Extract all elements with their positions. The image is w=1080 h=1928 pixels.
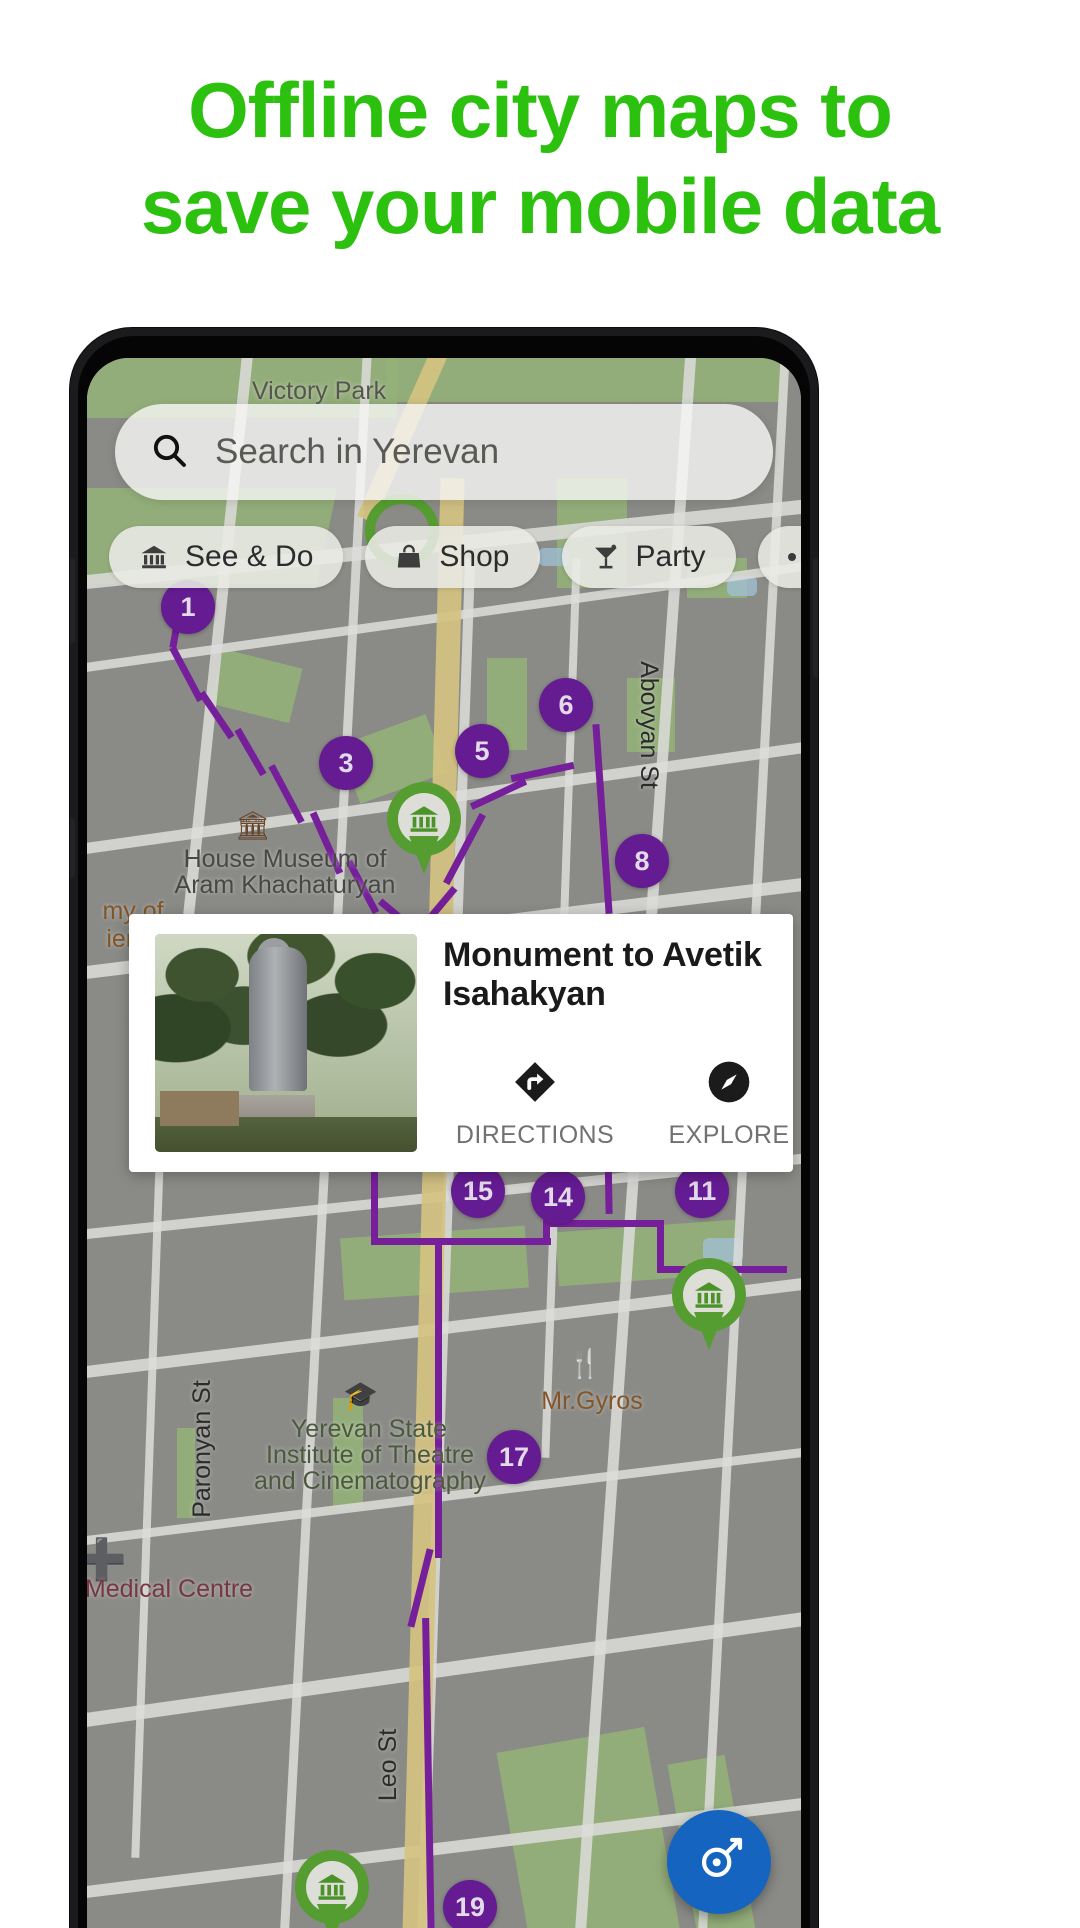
phone-button-left-upper (70, 558, 75, 644)
directions-label: DIRECTIONS (455, 1121, 615, 1149)
explore-button[interactable]: EXPLORE (659, 1059, 793, 1150)
map-poi-pin[interactable] (295, 1850, 369, 1928)
phone-button-right (813, 558, 818, 678)
museum-small-icon: 🏛 (235, 810, 271, 841)
chip-label: See & Do (185, 540, 314, 573)
shopping-bag-icon (395, 543, 423, 571)
filter-chips: See & Do Shop Party (109, 526, 801, 588)
card-body: Monument to Avetik Isahakyan DIRECTIONS (417, 914, 793, 1172)
phone-screen: 1 3 5 6 8 15 14 11 17 19 Victory Park 🏛 … (87, 358, 801, 1928)
map-label-mr-gyros: Mr.Gyros (541, 1387, 643, 1415)
page-title: Offline city maps to save your mobile da… (0, 62, 1080, 254)
pin-tail (317, 1904, 347, 1928)
phone-bezel: 1 3 5 6 8 15 14 11 17 19 Victory Park 🏛 … (78, 336, 810, 1928)
directions-icon (512, 1059, 558, 1110)
navigation-fab[interactable] (667, 1810, 771, 1914)
photo-kiosk (160, 1090, 239, 1126)
card-actions: DIRECTIONS EXPLORE (443, 1059, 793, 1172)
search-icon (149, 430, 189, 475)
museum-icon (139, 542, 169, 572)
chip-label: Party (635, 540, 706, 573)
directions-button[interactable]: DIRECTIONS (456, 1059, 614, 1150)
chip-other[interactable]: Other (757, 526, 801, 588)
photo-statue (249, 947, 308, 1091)
map-label-medical-centre: Medical Centre (87, 1575, 254, 1603)
route-stop[interactable]: 19 (443, 1880, 497, 1928)
chip-see-and-do[interactable]: See & Do (109, 526, 344, 588)
phone-mockup: 1 3 5 6 8 15 14 11 17 19 Victory Park 🏛 … (70, 328, 818, 1928)
map-poi-pin[interactable] (672, 1258, 746, 1350)
headline-line-1: Offline city maps to (188, 66, 893, 154)
graduation-cap-icon: 🎓 (343, 1380, 378, 1411)
route-stop[interactable]: 6 (539, 678, 593, 732)
ellipsis-icon (787, 553, 801, 561)
compass-icon (706, 1059, 752, 1110)
route-stop[interactable]: 14 (531, 1170, 585, 1224)
explore-label: EXPLORE (668, 1121, 790, 1149)
navigation-target-icon (691, 1832, 747, 1893)
route-stop[interactable]: 11 (675, 1164, 729, 1218)
route-stop[interactable]: 5 (455, 724, 509, 778)
route-stop[interactable]: 1 (161, 580, 215, 634)
restaurant-icon: 🍴 (567, 1348, 602, 1379)
map-label-abovyan-st: Abovyan St (635, 661, 663, 789)
chip-shop[interactable]: Shop (365, 526, 540, 588)
search-placeholder: Search in Yerevan (215, 432, 500, 471)
chip-label: Shop (439, 540, 510, 573)
headline-line-2: save your mobile data (140, 162, 940, 250)
map-label-leo-st: Leo St (374, 1728, 402, 1802)
pin-tail (694, 1312, 724, 1350)
map-label-victory-park: Victory Park (251, 377, 387, 405)
place-photo[interactable] (155, 934, 417, 1152)
map-label-cinematography: and Cinematography (253, 1467, 487, 1495)
route-stop[interactable]: 3 (319, 736, 373, 790)
phone-button-left-lower (70, 818, 75, 878)
search-input[interactable]: Search in Yerevan (115, 404, 773, 500)
cocktail-icon (592, 543, 620, 571)
chip-party[interactable]: Party (561, 526, 736, 588)
route-stop[interactable]: 8 (615, 834, 669, 888)
place-info-card[interactable]: Monument to Avetik Isahakyan DIRECTIONS (129, 914, 793, 1172)
route-stop[interactable]: 15 (451, 1164, 505, 1218)
place-title: Monument to Avetik Isahakyan (443, 936, 762, 1013)
